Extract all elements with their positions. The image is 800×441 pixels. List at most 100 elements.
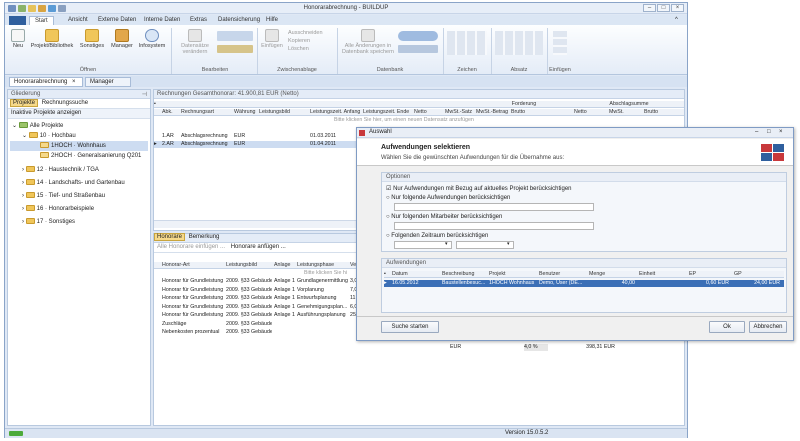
copy-button[interactable]: Kopieren [288, 37, 323, 45]
tree-item-tiefbau[interactable]: › 15 · Tief- und Straßenbau [10, 191, 148, 201]
col-brutto[interactable]: Brutto [511, 109, 541, 116]
col-leistungszeit-ende[interactable]: Leistungszeit. Ende [363, 109, 413, 116]
paragraph-format-icons[interactable] [495, 31, 543, 55]
insert-icons[interactable] [553, 31, 567, 55]
tree-item-hochbau[interactable]: ⌄ 10 · Hochbau [10, 131, 148, 141]
col-netto[interactable]: Netto [414, 109, 444, 116]
col-waehrung[interactable]: Währung [234, 109, 258, 116]
dialog-close-button[interactable]: × [779, 129, 783, 135]
option-selected-expenses[interactable]: ○ Nur folgende Aufwendungen berücksichti… [386, 195, 510, 201]
tab-externe-daten[interactable]: Externe Daten [93, 16, 141, 25]
font-format-icons[interactable] [447, 31, 487, 55]
tab-honorare[interactable]: Honorare [154, 233, 186, 241]
tab-bemerkung[interactable]: Bemerkung [187, 234, 222, 240]
pin-icon[interactable]: ⊣ [142, 91, 147, 98]
maximize-button[interactable]: □ [657, 4, 670, 12]
collapse-icon[interactable]: ⌄ [22, 133, 29, 139]
option-date-range[interactable]: ○ Folgenden Zeitraum berücksichtigen [386, 233, 488, 239]
tab-start[interactable]: Start [29, 16, 54, 25]
col-menge[interactable]: Menge [589, 271, 635, 278]
col-abschlag-netto[interactable]: Netto [574, 109, 604, 116]
tab-extras[interactable]: Extras [185, 16, 212, 25]
sonstiges-button[interactable]: Sonstiges [77, 29, 107, 49]
col-rechnungsart[interactable]: Rechnungsart [181, 109, 233, 116]
table-row[interactable]: ▸ 16.05.2012 Baustellenbesuc... 1HOCH Wo… [384, 280, 784, 287]
date-from-field[interactable] [394, 241, 452, 249]
chevron-down-icon[interactable]: ▾ [507, 241, 510, 247]
col-mwst-satz[interactable]: MwSt.-Satz [445, 109, 475, 116]
doctab-manager[interactable]: Manager [85, 77, 131, 87]
close-icon[interactable]: × [72, 79, 76, 85]
cancel-button[interactable]: Abbrechen [749, 321, 787, 333]
chevron-down-icon[interactable]: ▾ [445, 241, 448, 247]
tree-item-landschaftsbau[interactable]: › 14 · Landschafts- und Gartenbau [10, 178, 148, 188]
col-beschreibung[interactable]: Beschreibung [442, 271, 486, 278]
checkbox-checked-icon[interactable]: ☑ [386, 186, 391, 192]
cut-button[interactable]: Ausschneiden [288, 29, 323, 37]
tab-hilfe[interactable]: Hilfe [261, 16, 283, 25]
col-leistungsbild[interactable]: Leistungsbild [226, 262, 272, 269]
tab-projekte[interactable]: Projekte [10, 99, 39, 107]
col-datum[interactable]: Datum [392, 271, 432, 278]
close-button[interactable]: × [671, 4, 684, 12]
dialog-minimize-button[interactable]: – [755, 129, 758, 135]
append-fees-button[interactable]: Honorare anfügen ... [231, 244, 286, 250]
expenses-field[interactable] [394, 203, 594, 211]
insert-all-fees-button[interactable]: Alle Honorare einfügen ... [157, 244, 225, 250]
minimize-button[interactable]: – [643, 4, 656, 12]
dialog-maximize-button[interactable]: □ [767, 129, 771, 135]
tree-item-sonstiges[interactable]: › 17 · Sonstiges [10, 217, 148, 227]
col-gp[interactable]: GP [734, 271, 774, 278]
doctab-honorarabrechnung[interactable]: Honorarabrechnung × [9, 77, 83, 87]
ok-button[interactable]: Ok [709, 321, 745, 333]
tab-datensicherung[interactable]: Datensicherung [213, 16, 265, 25]
new-fee-hint-row[interactable]: Bitte klicken Sie hi [154, 270, 364, 277]
col-leistungsbild[interactable]: Leistungsbild [259, 109, 309, 116]
col-einheit[interactable]: Einheit [639, 271, 685, 278]
inactive-projects-toggle[interactable]: Inaktive Projekte anzeigen [8, 109, 150, 119]
col-leistungsphase[interactable]: Leistungsphase [297, 262, 349, 269]
employee-field[interactable] [394, 222, 594, 230]
collapse-icon[interactable]: ⌄ [12, 123, 19, 129]
tab-rechnungssuche[interactable]: Rechnungssuche [40, 100, 90, 106]
project-library-button[interactable]: Projekt/Bibliothek [29, 29, 75, 49]
delete-button[interactable]: Löschen [288, 45, 323, 53]
new-record-hint-row[interactable]: Bitte klicken Sie hier, um einen neuen D… [154, 117, 684, 124]
search-start-button[interactable]: Suche starten [381, 321, 439, 333]
save-all-button[interactable]: Alle Änderungen in Datenbank speichern [340, 29, 396, 55]
ribbon-collapse-icon[interactable]: ^ [675, 17, 678, 23]
option-employee[interactable]: ○ Nur folgenden Mitarbeiter berücksichti… [386, 214, 502, 220]
tab-ansicht[interactable]: Ansicht [63, 16, 93, 25]
radio-icon[interactable]: ○ [386, 195, 390, 201]
col-leistungszeit-anfang[interactable]: Leistungszeit. Anfang [310, 109, 362, 116]
tree-item-generalsanierung[interactable]: 2HOCH · Generalsanierung Q201 [10, 151, 148, 161]
settings-icon[interactable] [398, 45, 438, 53]
col-ep[interactable]: EP [689, 271, 729, 278]
tree-item-haustechnik[interactable]: › 12 · Haustechnik / TGA [10, 165, 148, 175]
infosystem-button[interactable]: Infosystem [137, 29, 167, 49]
option-current-project[interactable]: ☑ Nur Aufwendungen mit Bezug auf aktuell… [386, 185, 572, 192]
date-to-field[interactable] [456, 241, 514, 249]
col-abschlag-mwst[interactable]: MwSt. [609, 109, 639, 116]
col-abk[interactable]: Abk. [162, 109, 180, 116]
app-menu-button[interactable] [9, 16, 26, 25]
col-honorar-art[interactable]: Honorar-Art [162, 262, 222, 269]
tree-item-wohnhaus[interactable]: 1HOCH · Wohnhaus [10, 141, 148, 151]
tab-interne-daten[interactable]: Interne Daten [139, 16, 185, 25]
refresh-icon[interactable] [398, 31, 438, 41]
radio-icon[interactable]: ○ [386, 214, 390, 220]
datensaetze-veraendern-button[interactable]: Datensätze verändern [175, 29, 215, 55]
sort-icon[interactable] [217, 31, 253, 41]
manager-button[interactable]: Manager [109, 29, 135, 49]
radio-icon[interactable]: ○ [386, 233, 390, 239]
tree-item-alle-projekte[interactable]: ⌄ Alle Projekte [10, 121, 148, 131]
paste-button[interactable]: Einfügen [260, 29, 284, 49]
col-mwst-betrag[interactable]: MwSt.-Betrag [476, 109, 510, 116]
col-projekt[interactable]: Projekt [489, 271, 535, 278]
col-anlage[interactable]: Anlage [274, 262, 296, 269]
col-abschlag-brutto[interactable]: Brutto [644, 109, 674, 116]
col-benutzer[interactable]: Benutzer [539, 271, 585, 278]
tree-item-honorarbeispiele[interactable]: › 16 · Honorarbeispiele [10, 204, 148, 214]
new-button[interactable]: Neu [8, 29, 28, 49]
filter-icon[interactable] [217, 45, 253, 53]
